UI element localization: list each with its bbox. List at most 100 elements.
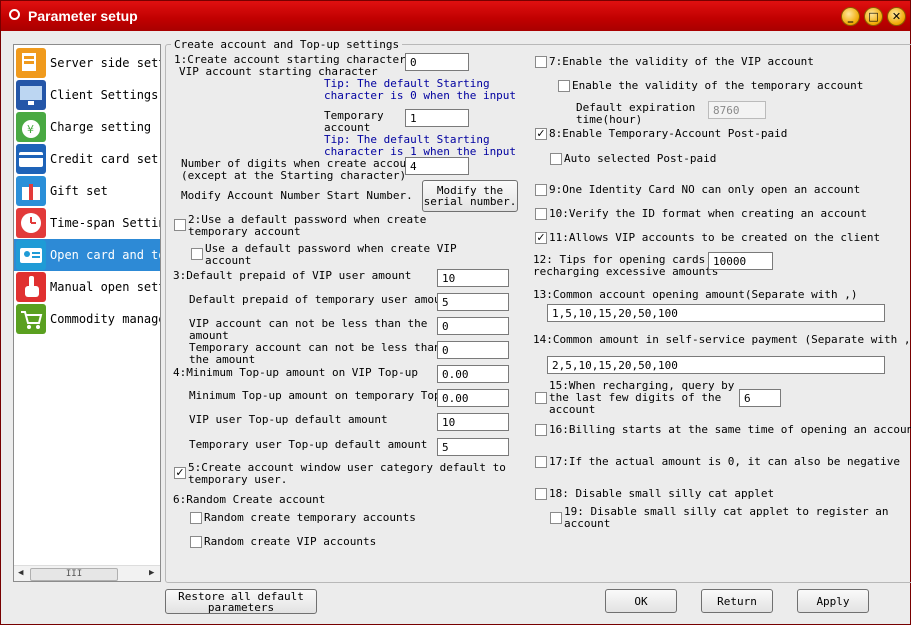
post-paid-checkbox[interactable]: ✓: [535, 128, 547, 140]
vip-min-topup-input[interactable]: [437, 365, 509, 383]
temp-min-label-2: the amount: [189, 353, 256, 366]
random-vip-label: Random create VIP accounts: [204, 535, 377, 548]
sidebar-item-label: Open card and top: [50, 248, 161, 262]
temp-validity-checkbox[interactable]: [558, 80, 570, 92]
category-temp-default-checkbox[interactable]: ✓: [174, 467, 186, 479]
s15-label-3: account: [549, 403, 596, 416]
sidebar-item-time-span[interactable]: Time-span Setting: [14, 207, 160, 239]
tip-vip-start-line2: character is 0 when the input: [324, 89, 517, 102]
sidebar-item-label: Commodity manageme: [50, 312, 160, 326]
s5-label-2: temporary user.: [188, 473, 288, 486]
temp-min-topup-input[interactable]: [437, 389, 509, 407]
credit-card-icon: [16, 144, 46, 174]
s2-label-2: temporary account: [188, 225, 301, 238]
money-bag-icon: ¥: [16, 112, 46, 142]
s11-label: 11:Allows VIP accounts to be created on …: [549, 231, 881, 244]
sidebar-item-credit-card-set[interactable]: Credit card set: [14, 143, 160, 175]
close-button[interactable]: ✕: [887, 7, 906, 26]
scroll-left-arrow-icon[interactable]: ◀: [18, 568, 23, 578]
temp-prepaid-label: Default prepaid of temporary user amount: [189, 293, 454, 306]
s14-label: 14:Common amount in self-service payment…: [533, 333, 911, 346]
last-digits-input[interactable]: [739, 389, 781, 407]
random-temp-checkbox[interactable]: [190, 512, 202, 524]
query-last-digits-checkbox[interactable]: [535, 392, 547, 404]
one-id-one-account-checkbox[interactable]: [535, 184, 547, 196]
s2-vip-label-2: account: [205, 254, 252, 267]
s8-label: 8:Enable Temporary-Account Post-paid: [549, 127, 788, 140]
sidebar-item-charge-setting[interactable]: ¥ Charge setting: [14, 111, 160, 143]
sidebar-item-label: Client Settings: [50, 88, 159, 102]
settings-sidebar: Server side settin Client Settings ¥ Cha…: [13, 44, 161, 582]
scrollbar-thumb[interactable]: III: [30, 568, 118, 581]
temp-topup-default-input[interactable]: [437, 438, 509, 456]
random-vip-checkbox[interactable]: [190, 536, 202, 548]
self-service-amounts-input[interactable]: [547, 356, 885, 374]
title-bar[interactable]: Parameter setup _ □ ✕: [1, 1, 910, 31]
sidebar-item-commodity-management[interactable]: Commodity manageme: [14, 303, 160, 335]
s4-label: 4:Minimum Top-up amount on VIP Top-up: [173, 366, 419, 379]
excessive-amount-input[interactable]: [708, 252, 773, 270]
sidebar-item-label: Credit card set: [50, 152, 159, 166]
temp-prepaid-input[interactable]: [437, 293, 509, 311]
ok-button[interactable]: OK: [605, 589, 677, 613]
vip-on-client-checkbox[interactable]: ✓: [535, 232, 547, 244]
s3-label: 3:Default prepaid of VIP user amount: [173, 269, 412, 282]
opening-amounts-input[interactable]: [547, 304, 885, 322]
s13-label: 13:Common account opening amount(Separat…: [533, 288, 858, 301]
s18-label: 18: Disable small silly cat applet: [549, 487, 775, 500]
sidebar-item-label: Server side settin: [50, 56, 160, 70]
app-icon: [9, 9, 20, 20]
disable-cat-applet-register-checkbox[interactable]: [550, 512, 562, 524]
window-title: Parameter setup: [28, 8, 138, 24]
sidebar-item-server-side[interactable]: Server side settin: [14, 47, 160, 79]
group-title: Create account and Top-up settings: [171, 38, 403, 51]
return-button[interactable]: Return: [701, 589, 773, 613]
digits-input[interactable]: [405, 157, 469, 175]
s7-temp-label: Enable the validity of the temporary acc…: [572, 79, 864, 92]
temp-min-input[interactable]: [437, 341, 509, 359]
maximize-button[interactable]: □: [864, 7, 883, 26]
restore-button-line2: parameters: [207, 600, 275, 614]
expire-hours-input[interactable]: [708, 101, 766, 119]
vip-validity-checkbox[interactable]: [535, 56, 547, 68]
sidebar-item-label: Manual open settin: [50, 280, 160, 294]
verify-id-format-checkbox[interactable]: [535, 208, 547, 220]
minimize-button[interactable]: _: [841, 7, 860, 26]
s19-label: 19: Disable small silly cat applet to re…: [564, 505, 889, 518]
sidebar-item-open-card-top-up[interactable]: Open card and top: [14, 239, 160, 271]
sidebar-horizontal-scrollbar[interactable]: ◀ III ▶: [14, 565, 160, 581]
allow-negative-checkbox[interactable]: [535, 456, 547, 468]
id-card-icon: [16, 240, 46, 270]
s8-auto-label: Auto selected Post-paid: [564, 152, 717, 165]
vip-prepaid-input[interactable]: [437, 269, 509, 287]
default-password-vip-checkbox[interactable]: [191, 248, 203, 260]
sidebar-item-manual-open[interactable]: Manual open settin: [14, 271, 160, 303]
sidebar-item-label: Time-span Setting: [50, 216, 161, 230]
sidebar-item-client-settings[interactable]: Client Settings: [14, 79, 160, 111]
temp-start-char-input[interactable]: [405, 109, 469, 127]
vip-topup-default-label: VIP user Top-up default amount: [189, 413, 388, 426]
vip-min-input[interactable]: [437, 317, 509, 335]
hand-pointer-icon: [16, 272, 46, 302]
scroll-right-arrow-icon[interactable]: ▶: [149, 568, 154, 578]
sidebar-item-gift-set[interactable]: Gift set: [14, 175, 160, 207]
server-icon: [16, 48, 46, 78]
default-password-temp-checkbox[interactable]: [174, 219, 186, 231]
clock-icon: [16, 208, 46, 238]
s10-label: 10:Verify the ID format when creating an…: [549, 207, 867, 220]
apply-button[interactable]: Apply: [797, 589, 869, 613]
vip-start-char-input[interactable]: [405, 53, 469, 71]
expire-label-2: time(hour): [576, 113, 643, 126]
billing-on-open-checkbox[interactable]: [535, 424, 547, 436]
sidebar-item-label: Gift set: [50, 184, 108, 198]
shopping-cart-icon: [16, 304, 46, 334]
s17-label: 17:If the actual amount is 0, it can als…: [549, 455, 900, 468]
auto-post-paid-checkbox[interactable]: [550, 153, 562, 165]
modify-serial-number-button[interactable]: Modify the serial number.: [422, 180, 518, 212]
restore-defaults-button[interactable]: Restore all default parameters: [165, 589, 317, 614]
restore-button-line1: Restore all default: [178, 589, 304, 603]
vip-topup-default-input[interactable]: [437, 413, 509, 431]
s19-label-2: account: [564, 517, 611, 530]
disable-cat-applet-checkbox[interactable]: [535, 488, 547, 500]
parameter-setup-window: Parameter setup _ □ ✕ Server side settin…: [0, 0, 911, 625]
